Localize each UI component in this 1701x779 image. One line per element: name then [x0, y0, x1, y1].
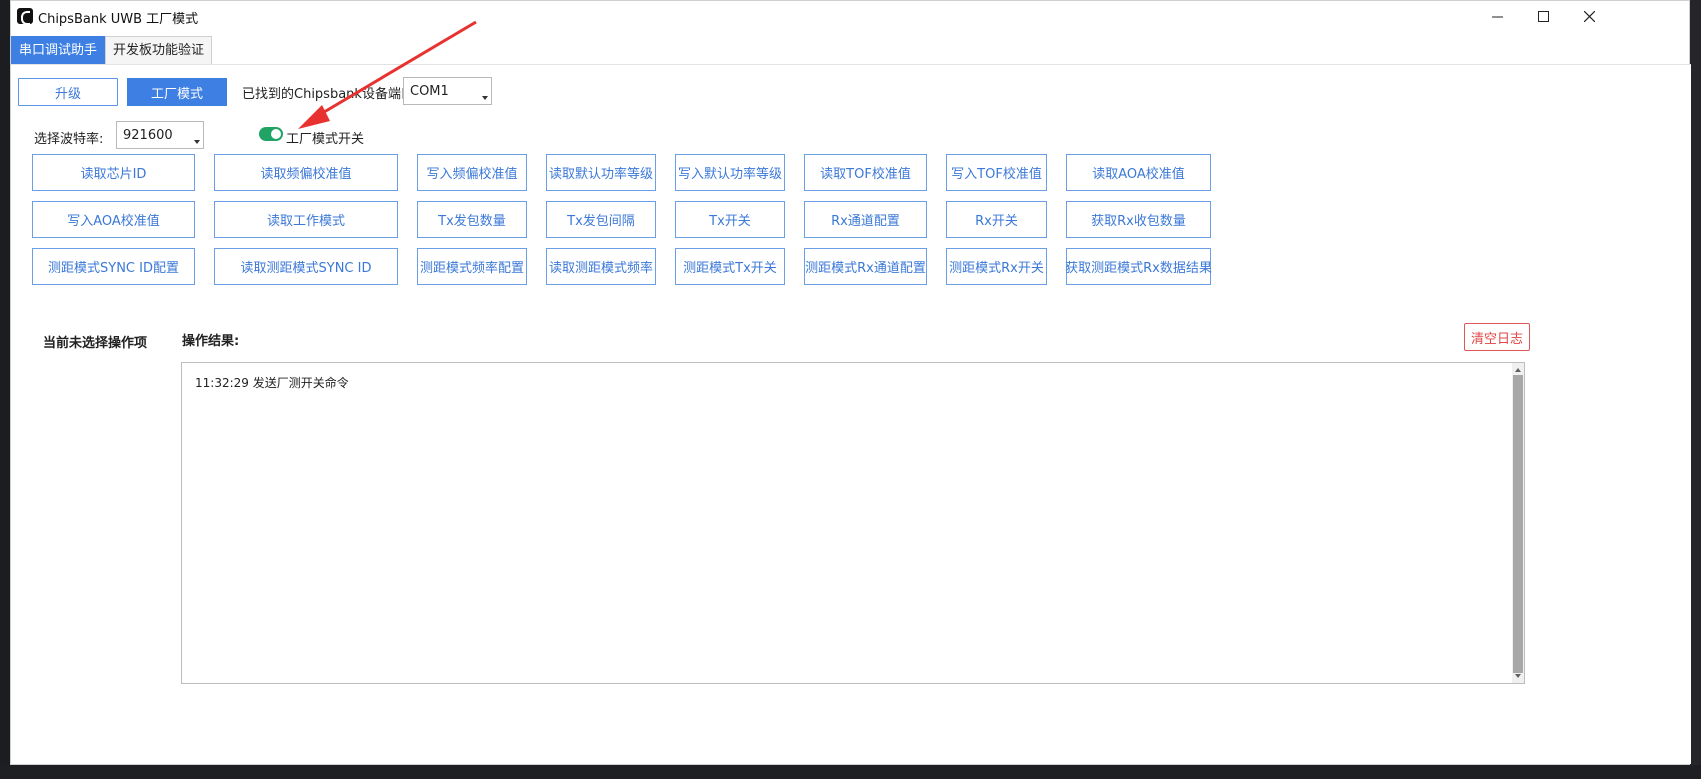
ranging-tx-switch-button[interactable]: 测距模式Tx开关	[675, 248, 785, 285]
clear-log-button[interactable]: 清空日志	[1464, 323, 1530, 351]
port-select[interactable]: COM1	[403, 77, 492, 105]
read-ranging-sync-id-button[interactable]: 读取测距模式SYNC ID	[214, 248, 398, 285]
rx-switch-button[interactable]: Rx开关	[946, 201, 1047, 238]
read-aoa-calibration-button[interactable]: 读取AOA校准值	[1066, 154, 1211, 191]
app-window: ChipsBank UWB 工厂模式 串口调试助手 开发板功能验证 升级 工厂模…	[10, 0, 1691, 765]
write-default-power-button[interactable]: 写入默认功率等级	[675, 154, 785, 191]
write-aoa-calibration-button[interactable]: 写入AOA校准值	[32, 201, 195, 238]
ranging-freq-config-button[interactable]: 测距模式频率配置	[417, 248, 527, 285]
get-rx-packet-count-button[interactable]: 获取Rx收包数量	[1066, 201, 1211, 238]
background-right-strip	[1690, 0, 1701, 779]
result-label: 操作结果:	[182, 334, 240, 349]
baud-select[interactable]: 921600	[116, 121, 204, 149]
background-editor-strip	[0, 0, 10, 779]
port-select-value: COM1	[410, 83, 449, 99]
log-output[interactable]: 11:32:29 发送厂测开关命令	[181, 362, 1525, 684]
title-bar: ChipsBank UWB 工厂模式	[11, 1, 1689, 32]
minimize-icon[interactable]	[1474, 1, 1520, 32]
factory-switch-label: 工厂模式开关	[286, 132, 365, 147]
scroll-thumb[interactable]	[1513, 375, 1523, 673]
upgrade-button[interactable]: 升级	[18, 78, 118, 106]
get-ranging-rx-result-button[interactable]: 获取测距模式Rx数据结果	[1065, 248, 1212, 285]
rx-channel-config-button[interactable]: Rx通道配置	[804, 201, 927, 238]
factory-mode-button[interactable]: 工厂模式	[127, 78, 227, 106]
close-icon[interactable]	[1566, 1, 1612, 32]
tab-board-verification[interactable]: 开发板功能验证	[105, 36, 213, 64]
baud-label: 选择波特率:	[34, 132, 104, 147]
chevron-down-icon	[194, 140, 200, 144]
app-logo-icon	[17, 8, 33, 25]
read-default-power-button[interactable]: 读取默认功率等级	[546, 154, 656, 191]
ranging-rx-switch-button[interactable]: 测距模式Rx开关	[946, 248, 1047, 285]
chevron-down-icon	[482, 96, 488, 100]
log-scrollbar[interactable]	[1512, 363, 1524, 683]
write-freq-offset-button[interactable]: 写入频偏校准值	[417, 154, 527, 191]
scroll-down-icon[interactable]	[1515, 674, 1521, 678]
window-title: ChipsBank UWB 工厂模式	[38, 12, 199, 27]
factory-mode-toggle[interactable]	[259, 127, 283, 141]
read-work-mode-button[interactable]: 读取工作模式	[214, 201, 398, 238]
current-operation-status: 当前未选择操作项	[43, 336, 148, 351]
ranging-rx-channel-config-button[interactable]: 测距模式Rx通道配置	[804, 248, 927, 285]
write-tof-calibration-button[interactable]: 写入TOF校准值	[946, 154, 1047, 191]
tx-switch-button[interactable]: Tx开关	[675, 201, 785, 238]
scroll-up-icon[interactable]	[1515, 368, 1521, 372]
tab-serial-assistant[interactable]: 串口调试助手	[11, 36, 106, 64]
log-line: 11:32:29 发送厂测开关命令	[195, 376, 349, 390]
read-freq-offset-button[interactable]: 读取频偏校准值	[214, 154, 398, 191]
maximize-icon[interactable]	[1520, 1, 1566, 32]
read-chip-id-button[interactable]: 读取芯片ID	[32, 154, 195, 191]
background-bottom-strip	[0, 765, 1701, 779]
tx-packet-interval-button[interactable]: Tx发包间隔	[546, 201, 656, 238]
tab-bar: 串口调试助手 开发板功能验证	[11, 36, 213, 64]
tx-packet-count-button[interactable]: Tx发包数量	[417, 201, 527, 238]
baud-select-value: 921600	[123, 127, 173, 143]
port-label: 已找到的Chipsbank设备端口	[242, 87, 414, 102]
read-ranging-freq-button[interactable]: 读取测距模式频率	[546, 248, 656, 285]
read-tof-calibration-button[interactable]: 读取TOF校准值	[804, 154, 927, 191]
tab-panel: 升级 工厂模式 已找到的Chipsbank设备端口 COM1 选择波特率: 92…	[11, 64, 1691, 764]
ranging-sync-id-config-button[interactable]: 测距模式SYNC ID配置	[32, 248, 195, 285]
